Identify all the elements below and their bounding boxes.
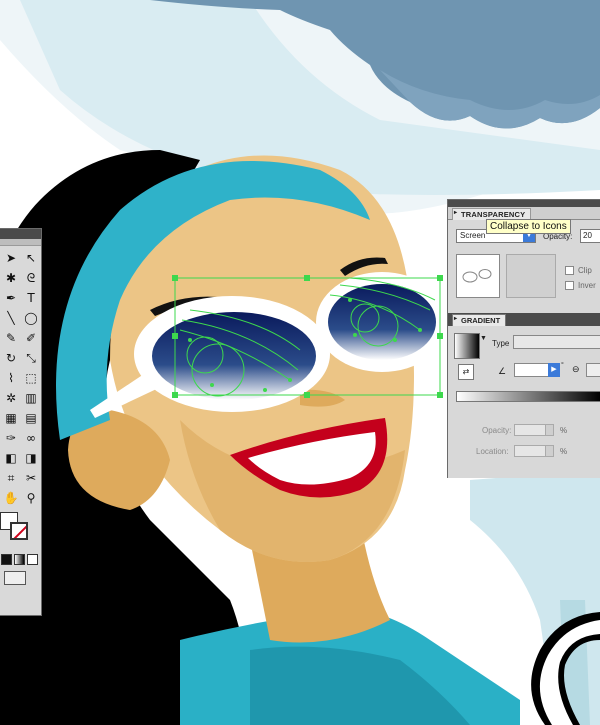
ellipse-tool-icon[interactable]: ◯ xyxy=(21,308,41,328)
color-mode-row xyxy=(0,552,41,567)
color-swatches xyxy=(0,508,41,552)
angle-dropdown-icon[interactable]: ▶ xyxy=(548,363,560,377)
panel-titlebar[interactable] xyxy=(448,200,600,207)
type-label: Type xyxy=(492,339,510,348)
gradient-location-dropdown-icon[interactable] xyxy=(545,445,554,457)
gradient-section: GRADIENT ▼ Type ⇄ ∠ ▶ ° ⊖ Opacity: % Loc… xyxy=(448,313,600,457)
lens-left xyxy=(152,312,316,400)
opacity-mask-area[interactable] xyxy=(506,254,556,298)
warp-tool-icon[interactable]: ⌇ xyxy=(1,368,21,388)
crop-tool-icon[interactable]: ⌗ xyxy=(1,468,21,488)
stroke-swatch[interactable] xyxy=(10,522,28,540)
clip-checkbox[interactable] xyxy=(565,266,574,275)
paintbrush-tool-icon[interactable]: ✎ xyxy=(1,328,21,348)
live-paint-selection-tool-icon[interactable]: ◨ xyxy=(21,448,41,468)
gradient-location-label: Location: xyxy=(476,447,509,456)
tools-panel[interactable]: ➤ ↖ ✱ ᘓ ✒ T ╲ ◯ ✎ ✐ ↻ ⤡ ⌇ ⬚ ✲ ▥ ▦ ▤ ✑ ∞ ◧ ◨ ⌗ ✂ ✋ ⚲ xyxy=(0,228,42,616)
glasses-thumbnail-icon xyxy=(462,269,492,283)
graph-tool-icon[interactable]: ▥ xyxy=(21,388,41,408)
rotate-tool-icon[interactable]: ↻ xyxy=(1,348,21,368)
symbol-sprayer-tool-icon[interactable]: ✲ xyxy=(1,388,21,408)
lasso-tool-icon[interactable]: ᘓ xyxy=(21,268,41,288)
screen-mode-button[interactable] xyxy=(4,571,26,585)
blend-tool-icon[interactable]: ∞ xyxy=(21,428,41,448)
gradient-location-percent: % xyxy=(560,447,568,456)
direct-selection-tool-icon[interactable]: ↖ xyxy=(21,248,41,268)
clip-label: Clip xyxy=(578,266,592,275)
lens-right xyxy=(328,284,436,360)
slice-tool-icon[interactable]: ✂ xyxy=(21,468,41,488)
selection-tool-icon[interactable]: ➤ xyxy=(1,248,21,268)
gradient-swatch[interactable] xyxy=(454,333,480,359)
tools-grip[interactable] xyxy=(0,239,41,246)
gradient-tab-row: GRADIENT xyxy=(448,313,600,326)
live-paint-tool-icon[interactable]: ◧ xyxy=(1,448,21,468)
tools-titlebar[interactable] xyxy=(0,229,41,239)
aspect-ratio-icon: ⊖ xyxy=(572,364,580,374)
opacity-input[interactable]: 20 xyxy=(580,229,600,243)
invert-mask-checkbox[interactable] xyxy=(565,281,574,290)
tool-grid: ➤ ↖ ✱ ᘓ ✒ T ╲ ◯ ✎ ✐ ↻ ⤡ ⌇ ⬚ ✲ ▥ ▦ ▤ ✑ ∞ ◧ ◨ ⌗ ✂ ✋ ⚲ xyxy=(0,246,41,508)
collapse-tooltip: Collapse to Icons xyxy=(486,219,571,234)
gradient-opacity-percent: % xyxy=(560,426,568,435)
invert-mask-label: Inver xyxy=(578,281,596,290)
line-tool-icon[interactable]: ╲ xyxy=(1,308,21,328)
gradient-dropdown-icon[interactable]: ▼ xyxy=(480,335,487,342)
hand-tool-icon[interactable]: ✋ xyxy=(1,488,21,508)
eyedropper-tool-icon[interactable]: ✑ xyxy=(1,428,21,448)
scale-tool-icon[interactable]: ⤡ xyxy=(21,348,41,368)
magic-wand-tool-icon[interactable]: ✱ xyxy=(1,268,21,288)
transparency-gradient-panel: TRANSPARENCY Screen ▼ Opacity: 20 Clip I… xyxy=(447,199,600,478)
gradient-mode-icon[interactable] xyxy=(14,554,25,565)
none-mode-icon[interactable] xyxy=(27,554,38,565)
gradient-slider[interactable] xyxy=(456,391,600,402)
pen-tool-icon[interactable]: ✒ xyxy=(1,288,21,308)
gradient-tool-icon[interactable]: ▤ xyxy=(21,408,41,428)
aspect-ratio-input[interactable] xyxy=(586,363,600,377)
gradient-tab[interactable]: GRADIENT xyxy=(452,314,507,326)
color-mode-icon[interactable] xyxy=(1,554,12,565)
gradient-location-input[interactable] xyxy=(514,445,546,457)
gradient-type-select[interactable] xyxy=(513,335,600,349)
mesh-tool-icon[interactable]: ▦ xyxy=(1,408,21,428)
zoom-tool-icon[interactable]: ⚲ xyxy=(21,488,41,508)
blend-mode-value: Screen xyxy=(460,231,486,240)
gradient-opacity-dropdown-icon[interactable] xyxy=(545,424,554,436)
pencil-tool-icon[interactable]: ✐ xyxy=(21,328,41,348)
gradient-opacity-label: Opacity: xyxy=(482,426,512,435)
gradient-opacity-input[interactable] xyxy=(514,424,546,436)
reverse-gradient-icon[interactable]: ⇄ xyxy=(458,364,474,380)
angle-icon: ∠ xyxy=(498,366,507,376)
object-thumbnail[interactable] xyxy=(456,254,500,298)
type-tool-icon[interactable]: T xyxy=(21,288,41,308)
free-transform-tool-icon[interactable]: ⬚ xyxy=(21,368,41,388)
degree-icon: ° xyxy=(561,362,564,369)
